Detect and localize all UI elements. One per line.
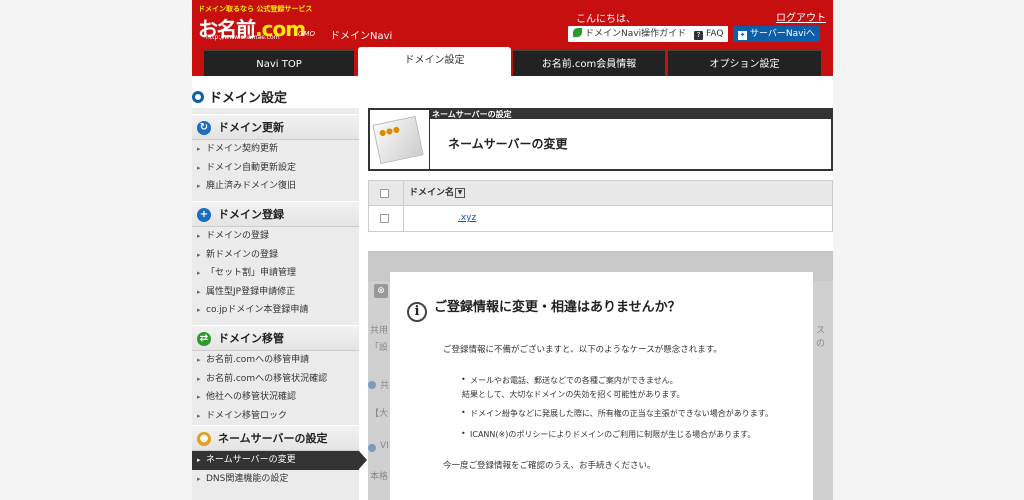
select-all-checkbox[interactable]	[380, 189, 389, 198]
sidebar-item-jp-correction[interactable]: 属性型JP登録申請修正	[192, 283, 359, 302]
page-title: ネームサーバーの変更	[430, 119, 831, 169]
logo-gmo: GMO	[298, 30, 315, 38]
close-icon: ⊗	[374, 284, 388, 298]
dialog-bullet-3: ICANN(※)のポリシーによりドメインのご利用に制限が生じる場合があります。	[461, 429, 755, 440]
domain-column-header-text: ドメイン名	[409, 188, 455, 198]
sidebar-item-contract-renewal[interactable]: ドメイン契約更新	[192, 140, 359, 159]
refresh-icon: ↻	[197, 121, 211, 135]
sidebar-group-title-text: ドメイン更新	[218, 121, 284, 134]
main-nav: Navi TOP ドメイン設定 お名前.com会員情報 オプション設定	[192, 46, 833, 76]
dialog-intro: ご登録情報に不備がございますと、以下のようなケースが懸念されます。	[443, 345, 722, 355]
background-text: 共用	[370, 326, 389, 336]
brand-name: ドメインNavi	[330, 31, 393, 42]
dialog-bullet-2: ドメイン紛争などに発展した際に、所有権の正当な主張ができない場合があります。	[461, 408, 773, 419]
sidebar-item-transfer-out-status[interactable]: 他社への移管状況確認	[192, 388, 359, 407]
bullet-dot-icon	[368, 381, 376, 389]
background-text: 「設	[370, 343, 389, 353]
header: ドメイン取るなら 公式登録サービス お名前.com http://www.ona…	[192, 0, 833, 76]
column-divider	[403, 181, 404, 206]
active-arrow-icon	[359, 451, 367, 469]
registration-info-dialog: i ご登録情報に変更・相違はありませんか？ ご登録情報に不備がございますと、以下の…	[390, 272, 813, 500]
question-icon: ?	[694, 31, 703, 40]
server-navi-button[interactable]: ✦ サーバーNaviへ	[733, 26, 820, 42]
dialog-bullet-1: メールやお電話、郵送などでの各種ご案内ができません。	[461, 375, 678, 386]
sidebar-item-transfer-in[interactable]: お名前.comへの移管申請	[192, 351, 359, 370]
sidebar-item-set-discount[interactable]: 「セット割」申請管理	[192, 264, 359, 283]
sidebar-item-new-domain-register[interactable]: 新ドメインの登録	[192, 246, 359, 265]
background-text: スの	[816, 326, 826, 349]
dialog-closing: 今一度ご登録情報をご確認のうえ、お手続きください。	[443, 461, 656, 471]
sidebar-item-transfer-lock[interactable]: ドメイン移管ロック	[192, 407, 359, 426]
guide-button[interactable]: ドメインNavi操作ガイド	[568, 26, 692, 42]
tab-domain-settings[interactable]: ドメイン設定	[358, 47, 511, 76]
sidebar-group-transfer: ⇄ ドメイン移管 お名前.comへの移管申請 お名前.comへの移管状況確認 他社…	[192, 325, 359, 425]
bullet-dot-icon	[368, 444, 376, 452]
sidebar-group-title-text: ドメイン登録	[218, 208, 284, 221]
sort-dropdown-icon[interactable]: ▼	[455, 188, 466, 198]
sidebar-group-registration: + ドメイン登録 ドメインの登録 新ドメインの登録 「セット割」申請管理 属性型J…	[192, 201, 359, 320]
page: ドメイン取るなら 公式登録サービス お名前.com http://www.ona…	[192, 0, 833, 500]
sidebar-item-label: ネームサーバーの変更	[206, 455, 296, 465]
background-text: 本格	[370, 472, 389, 482]
section-title-text: ドメイン設定	[209, 91, 288, 106]
sidebar-item-cojp-register[interactable]: co.jpドメイン本登録申請	[192, 301, 359, 320]
circle-bullet-icon	[192, 91, 204, 103]
background-text: 【大	[370, 409, 389, 419]
sidebar-item-nameserver-change[interactable]: ネームサーバーの変更	[192, 451, 367, 470]
server-icon: ✦	[738, 31, 747, 40]
sidebar-group-title-text: ネームサーバーの設定	[218, 432, 328, 445]
server-navi-button-label: サーバーNaviへ	[750, 29, 815, 39]
page-header-box: ●●● ネームサーバーの設定 ネームサーバーの変更	[368, 108, 833, 171]
table-header-row: ドメイン名 ▼	[369, 181, 832, 206]
sidebar-group-title: + ドメイン登録	[192, 201, 359, 227]
guide-button-label: ドメインNavi操作ガイド	[585, 29, 687, 39]
background-text: 共	[380, 381, 390, 391]
onamae-logo[interactable]: ドメイン取るなら 公式登録サービス お名前.com http://www.ona…	[198, 4, 318, 42]
sidebar-item-domain-restore[interactable]: 廃止済みドメイン復旧	[192, 177, 359, 196]
plus-icon: +	[197, 208, 211, 222]
domain-table: ドメイン名 ▼ .xyz	[368, 180, 833, 232]
sidebar-item-transfer-in-status[interactable]: お名前.comへの移管状況確認	[192, 370, 359, 389]
sidebar-group-title: ● ネームサーバーの設定	[192, 425, 359, 451]
dialog-bullet-1-cont: 結果として、大切なドメインの失効を招く可能性があります。	[462, 390, 685, 399]
logo-url: http://www.onamae.com	[206, 34, 280, 41]
tab-navi-top[interactable]: Navi TOP	[204, 49, 354, 76]
sidebar-group-title: ↻ ドメイン更新	[192, 114, 359, 140]
logout-link[interactable]: ログアウト	[776, 9, 826, 24]
faq-button[interactable]: ? FAQ	[689, 26, 729, 42]
row-checkbox[interactable]	[380, 214, 389, 223]
sidebar-group-nameserver: ● ネームサーバーの設定 ネームサーバーの変更 DNS関連機能の設定	[192, 425, 367, 489]
transfer-icon: ⇄	[197, 332, 211, 346]
greeting: こんにちは、	[576, 14, 636, 25]
sidebar-item-auto-renewal[interactable]: ドメイン自動更新設定	[192, 159, 359, 178]
tab-option-settings[interactable]: オプション設定	[668, 49, 821, 76]
beginner-leaf-icon	[573, 28, 582, 37]
sidebar-item-domain-register[interactable]: ドメインの登録	[192, 227, 359, 246]
sidebar: ↻ ドメイン更新 ドメイン契約更新 ドメイン自動更新設定 廃止済みドメイン復旧 +…	[192, 108, 367, 500]
domain-link[interactable]: .xyz	[458, 206, 476, 231]
header-icon-area: ●●●	[370, 110, 429, 169]
sidebar-group-title-text: ドメイン移管	[218, 332, 284, 345]
dots-icon: ●●●	[378, 124, 401, 138]
domain-column-header: ドメイン名 ▼	[409, 181, 466, 206]
sidebar-group-title: ⇄ ドメイン移管	[192, 325, 359, 351]
dialog-title: i ご登録情報に変更・相違はありませんか？	[407, 296, 681, 322]
sidebar-item-dns-settings[interactable]: DNS関連機能の設定	[192, 470, 359, 489]
settings-document-icon: ●●●	[372, 115, 424, 165]
dialog-title-text: ご登録情報に変更・相違はありませんか？	[434, 300, 681, 315]
server-user-icon: ●	[197, 432, 211, 446]
column-divider	[403, 206, 404, 231]
table-row: .xyz	[369, 206, 832, 231]
sidebar-group-renewal: ↻ ドメイン更新 ドメイン契約更新 ドメイン自動更新設定 廃止済みドメイン復旧	[192, 114, 359, 196]
faq-button-label: FAQ	[706, 29, 724, 39]
info-icon: i	[407, 302, 427, 322]
background-text: VI	[380, 441, 389, 451]
tab-member-info[interactable]: お名前.com会員情報	[513, 49, 665, 76]
section-title: ドメイン設定	[192, 87, 287, 106]
